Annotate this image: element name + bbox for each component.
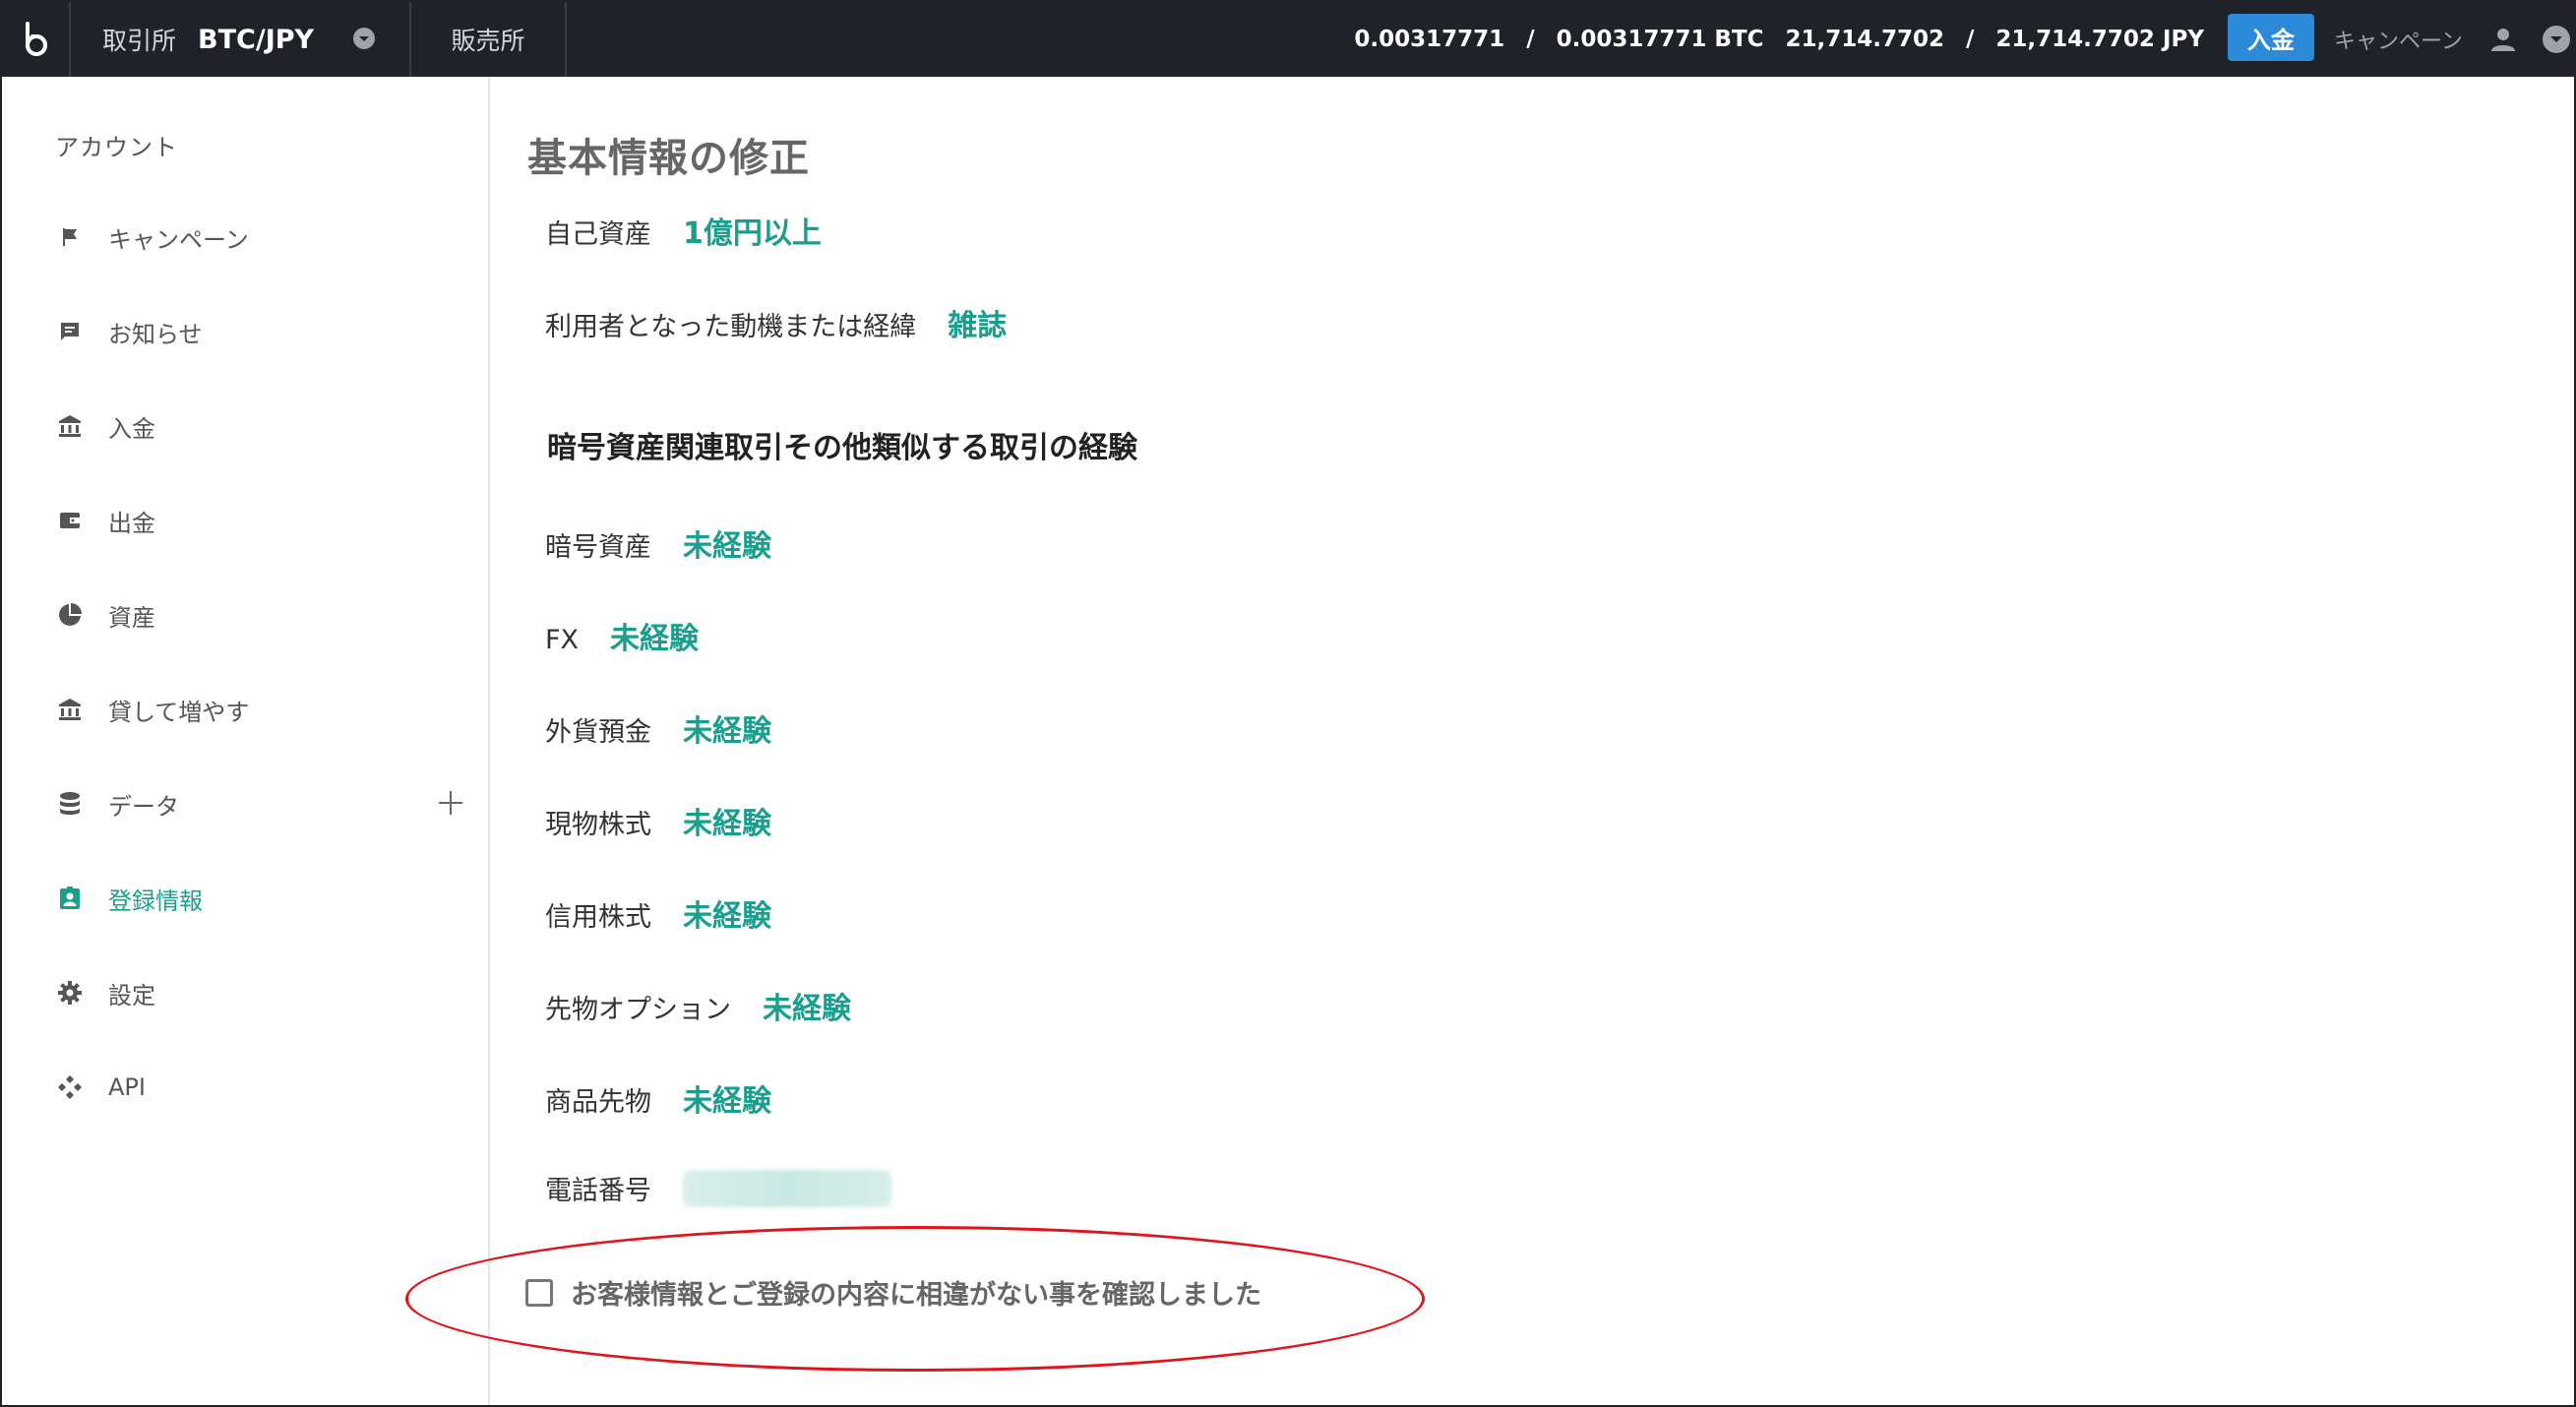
sidebar-item-registration[interactable]: 登録情報 xyxy=(55,874,468,923)
campaign-link[interactable]: キャンペーン xyxy=(2334,2,2463,77)
experience-row: 外貨預金 未経験 xyxy=(545,706,771,750)
bank-icon xyxy=(55,411,85,441)
sidebar-item-campaign[interactable]: キャンペーン xyxy=(55,213,468,262)
bank-icon xyxy=(55,695,85,724)
confirm-checkbox-row[interactable]: お客様情報とご登録の内容に相違がない事を確認しました xyxy=(525,1273,1261,1312)
top-navigation-bar: 取引所 BTC/JPY 販売所 0.00317771 / 0.00317771 … xyxy=(2,2,2574,77)
chevron-down-icon[interactable] xyxy=(2541,24,2572,55)
gear-icon xyxy=(55,978,85,1008)
sidebar-item-label: 入金 xyxy=(108,414,155,443)
sidebar-item-assets[interactable]: 資産 xyxy=(55,590,468,640)
phone-row: 電話番号 xyxy=(545,1169,891,1207)
chevron-down-icon[interactable] xyxy=(352,27,376,50)
sidebar-item-withdraw[interactable]: 出金 xyxy=(55,496,468,545)
exchange-market-selector[interactable]: 取引所 BTC/JPY xyxy=(71,2,411,77)
sidebar-item-deposit[interactable]: 入金 xyxy=(55,401,468,451)
experience-value: 未経験 xyxy=(683,1084,771,1119)
experience-value: 未経験 xyxy=(683,714,771,749)
jpy-available-balance: 21,714.7702 xyxy=(1785,27,1944,52)
sidebar-item-api[interactable]: API xyxy=(55,1063,468,1112)
account-sidebar: アカウント キャンペーン お知らせ 入金 出金 資産 貸して増やす データ 登録… xyxy=(2,77,490,1405)
experience-value: 未経験 xyxy=(610,622,700,656)
experience-row: FX 未経験 xyxy=(545,614,699,657)
sidebar-item-settings[interactable]: 設定 xyxy=(55,968,468,1017)
database-icon xyxy=(55,789,85,819)
sales-office-tab[interactable]: 販売所 xyxy=(411,2,567,77)
confirm-checkbox[interactable] xyxy=(525,1278,553,1307)
motive-row: 利用者となった動機または経緯 雑誌 xyxy=(545,301,1007,344)
motive-label: 利用者となった動機または経緯 xyxy=(545,312,917,342)
phone-label: 電話番号 xyxy=(545,1176,651,1206)
experience-heading: 暗号資産関連取引その他類似する取引の経験 xyxy=(547,431,1137,465)
wallet-icon xyxy=(55,506,85,535)
sidebar-item-notices[interactable]: お知らせ xyxy=(55,307,468,356)
phone-value-redacted xyxy=(683,1169,891,1207)
experience-row: 先物オプション 未経験 xyxy=(545,984,851,1027)
message-icon xyxy=(55,317,85,346)
deposit-button[interactable]: 入金 xyxy=(2228,14,2314,61)
currency-pair: BTC/JPY xyxy=(198,24,315,55)
bitbank-logo-icon[interactable] xyxy=(2,2,71,77)
sidebar-item-label: お知らせ xyxy=(108,320,203,348)
experience-row: 暗号資産 未経験 xyxy=(545,521,771,565)
exchange-label: 取引所 xyxy=(102,27,177,55)
experience-row: 現物株式 未経験 xyxy=(545,799,771,842)
sidebar-item-label: 貸して増やす xyxy=(108,698,250,726)
jpy-total-balance: 21,714.7702 JPY xyxy=(1995,27,2204,52)
app-window: 取引所 BTC/JPY 販売所 0.00317771 / 0.00317771 … xyxy=(0,0,2576,1407)
experience-label: 暗号資産 xyxy=(545,532,651,563)
experience-value: 未経験 xyxy=(683,807,771,841)
experience-label: FX xyxy=(545,625,580,655)
pie-chart-icon xyxy=(55,600,85,630)
sidebar-item-label: 出金 xyxy=(108,509,155,537)
sidebar-item-label: 資産 xyxy=(108,603,155,632)
sidebar-item-label: キャンペーン xyxy=(108,225,249,254)
sidebar-item-lending[interactable]: 貸して増やす xyxy=(55,685,468,734)
experience-label: 商品先物 xyxy=(545,1087,651,1118)
confirm-text: お客様情報とご登録の内容に相違がない事を確認しました xyxy=(571,1280,1261,1311)
experience-value: 未経験 xyxy=(683,899,771,934)
balance-summary: 0.00317771 / 0.00317771 BTC 21,714.7702 … xyxy=(1354,2,2204,77)
sidebar-item-label: データ xyxy=(108,792,179,821)
experience-label: 先物オプション xyxy=(545,995,731,1025)
experience-label: 現物株式 xyxy=(545,810,651,840)
page-title: 基本情報の修正 xyxy=(527,136,810,181)
assets-row: 自己資産 1億円以上 xyxy=(545,209,822,252)
experience-label: 信用株式 xyxy=(545,902,651,933)
motive-value: 雑誌 xyxy=(948,309,1008,343)
experience-row: 商品先物 未経験 xyxy=(545,1076,771,1120)
sidebar-item-data[interactable]: データ xyxy=(55,779,468,828)
sidebar-item-label: 登録情報 xyxy=(108,887,203,915)
balance-separator: / xyxy=(1966,27,1975,52)
sidebar-title: アカウント xyxy=(55,134,178,161)
experience-value: 未経験 xyxy=(683,529,771,564)
expand-plus-icon[interactable] xyxy=(433,785,468,821)
flag-icon xyxy=(55,222,85,252)
experience-label: 外貨預金 xyxy=(545,717,651,748)
contact-card-icon xyxy=(55,884,85,913)
sidebar-item-label: API xyxy=(108,1073,146,1101)
user-icon[interactable] xyxy=(2487,24,2519,55)
btc-available-balance: 0.00317771 xyxy=(1354,27,1505,52)
experience-value: 未経験 xyxy=(763,992,851,1026)
btc-total-balance: 0.00317771 BTC xyxy=(1556,27,1764,52)
assets-label: 自己資産 xyxy=(545,219,651,250)
api-icon xyxy=(55,1072,85,1102)
balance-separator: / xyxy=(1526,27,1535,52)
assets-value: 1億円以上 xyxy=(683,216,822,251)
experience-row: 信用株式 未経験 xyxy=(545,891,771,935)
main-content: 基本情報の修正 自己資産 1億円以上 利用者となった動機または経緯 雑誌 暗号資… xyxy=(490,77,2574,1405)
sidebar-item-label: 設定 xyxy=(108,981,155,1009)
